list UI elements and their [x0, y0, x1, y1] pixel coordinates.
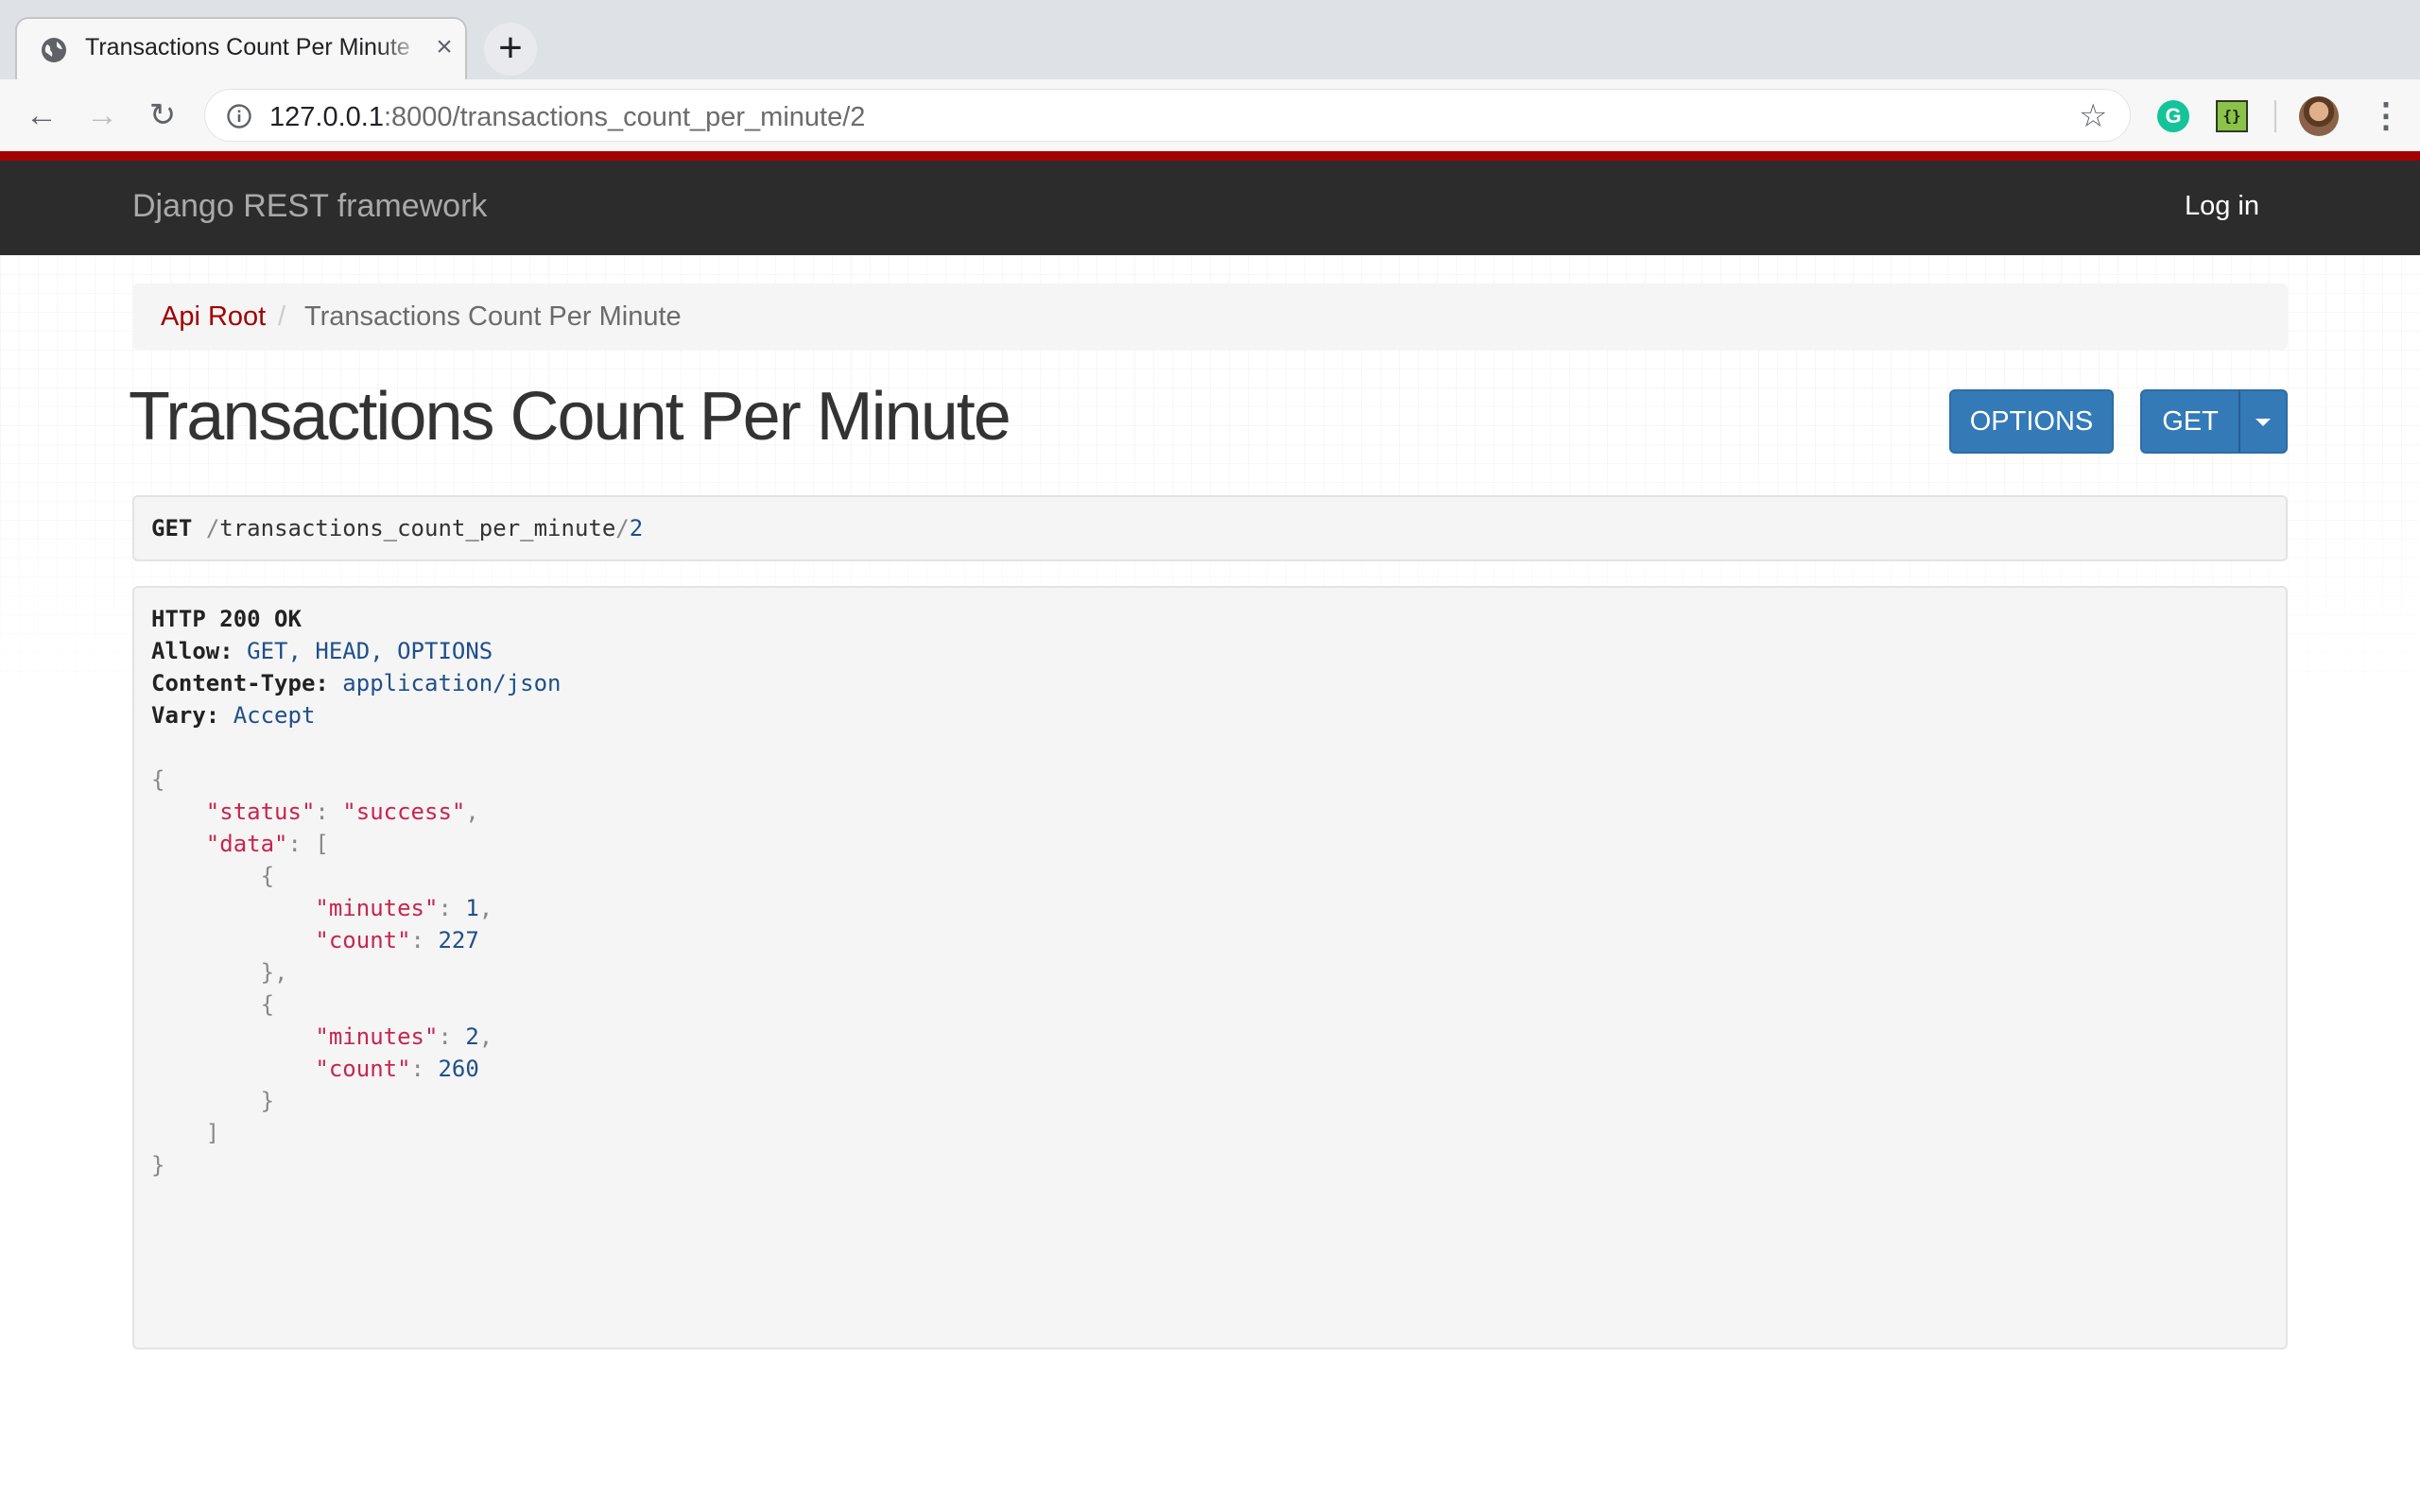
url-path: :8000/transactions_count_per_minute/2	[383, 102, 866, 132]
response-header-key: Allow:	[151, 638, 233, 664]
page-content: Django REST framework Log in Api Root / …	[0, 151, 2420, 1512]
json-viewer-extension-icon[interactable]: {}	[2216, 100, 2248, 132]
request-path-id: 2	[629, 515, 644, 541]
json-number-value: 260	[438, 1056, 479, 1082]
breadcrumb: Api Root / Transactions Count Per Minute	[132, 284, 2288, 350]
toolbar-divider	[2274, 100, 2276, 132]
response-info: HTTP 200 OK Allow: GET, HEAD, OPTIONS Co…	[132, 586, 2288, 1349]
response-header-key: Content-Type:	[151, 670, 329, 696]
bookmark-star-icon[interactable]: ☆	[2079, 100, 2107, 132]
request-info: GET /transactions_count_per_minute/2	[132, 495, 2288, 561]
address-bar[interactable]: 127.0.0.1:8000/transactions_count_per_mi…	[204, 89, 2131, 142]
profile-avatar[interactable]	[2299, 96, 2339, 136]
browser-menu-icon[interactable]: ⋮	[2369, 94, 2403, 136]
grammarly-extension-icon[interactable]: G	[2157, 100, 2189, 132]
response-header-value: GET, HEAD, OPTIONS	[247, 638, 493, 664]
navbar: Django REST framework Log in	[0, 161, 2420, 255]
json-string-value: "success"	[342, 799, 466, 825]
request-method: GET	[151, 515, 193, 541]
response-header-value: Accept	[233, 702, 316, 729]
brand-link[interactable]: Django REST framework	[132, 188, 487, 225]
breadcrumb-separator: /	[278, 301, 286, 332]
breadcrumb-api-root[interactable]: Api Root	[161, 301, 266, 333]
forward-arrow-icon[interactable]: →	[81, 94, 123, 136]
reload-icon[interactable]: ↻	[142, 94, 183, 136]
json-key: "count"	[315, 927, 411, 954]
breadcrumb-current: Transactions Count Per Minute	[304, 301, 682, 332]
request-slash: /	[615, 515, 630, 541]
json-number-value: 2	[465, 1023, 479, 1050]
close-tab-icon[interactable]: ×	[431, 32, 458, 62]
browser-tabstrip: Transactions Count Per Minute × +	[0, 0, 2420, 79]
info-icon[interactable]	[226, 103, 252, 129]
login-link[interactable]: Log in	[2185, 191, 2259, 222]
json-key: "data"	[205, 831, 288, 857]
accent-strip	[0, 151, 2420, 161]
url-host: 127.0.0.1	[269, 102, 384, 132]
json-key: "count"	[315, 1056, 411, 1082]
caret-down-icon	[2256, 419, 2271, 427]
response-header-key: Vary:	[151, 702, 220, 729]
json-number-value: 227	[438, 927, 479, 954]
get-button[interactable]: GET	[2140, 389, 2240, 454]
new-tab-button[interactable]: +	[484, 23, 537, 76]
request-path-link[interactable]: transactions_count_per_minute	[219, 515, 615, 541]
json-number-value: 1	[465, 895, 479, 921]
url-text[interactable]: 127.0.0.1:8000/transactions_count_per_mi…	[269, 102, 865, 133]
json-key: "minutes"	[315, 895, 439, 921]
browser-toolbar: ← → ↻ 127.0.0.1:8000/transactions_count_…	[0, 79, 2420, 151]
browser-tab[interactable]: Transactions Count Per Minute ×	[15, 17, 467, 79]
globe-icon	[42, 38, 66, 62]
response-header-value: application/json	[342, 670, 562, 696]
tab-title: Transactions Count Per Minute	[85, 34, 410, 60]
request-slash: /	[205, 515, 220, 541]
options-button[interactable]: OPTIONS	[1949, 389, 2114, 454]
request-line: GET /transactions_count_per_minute/2	[151, 515, 643, 541]
response-content: HTTP 200 OK Allow: GET, HEAD, OPTIONS Co…	[151, 606, 562, 1178]
json-key: "status"	[205, 799, 316, 825]
get-format-dropdown[interactable]	[2238, 389, 2288, 454]
page-title: Transactions Count Per Minute	[129, 379, 1011, 455]
response-status-line: HTTP 200 OK	[151, 606, 302, 632]
back-arrow-icon[interactable]: ←	[21, 94, 62, 136]
json-key: "minutes"	[315, 1023, 439, 1050]
